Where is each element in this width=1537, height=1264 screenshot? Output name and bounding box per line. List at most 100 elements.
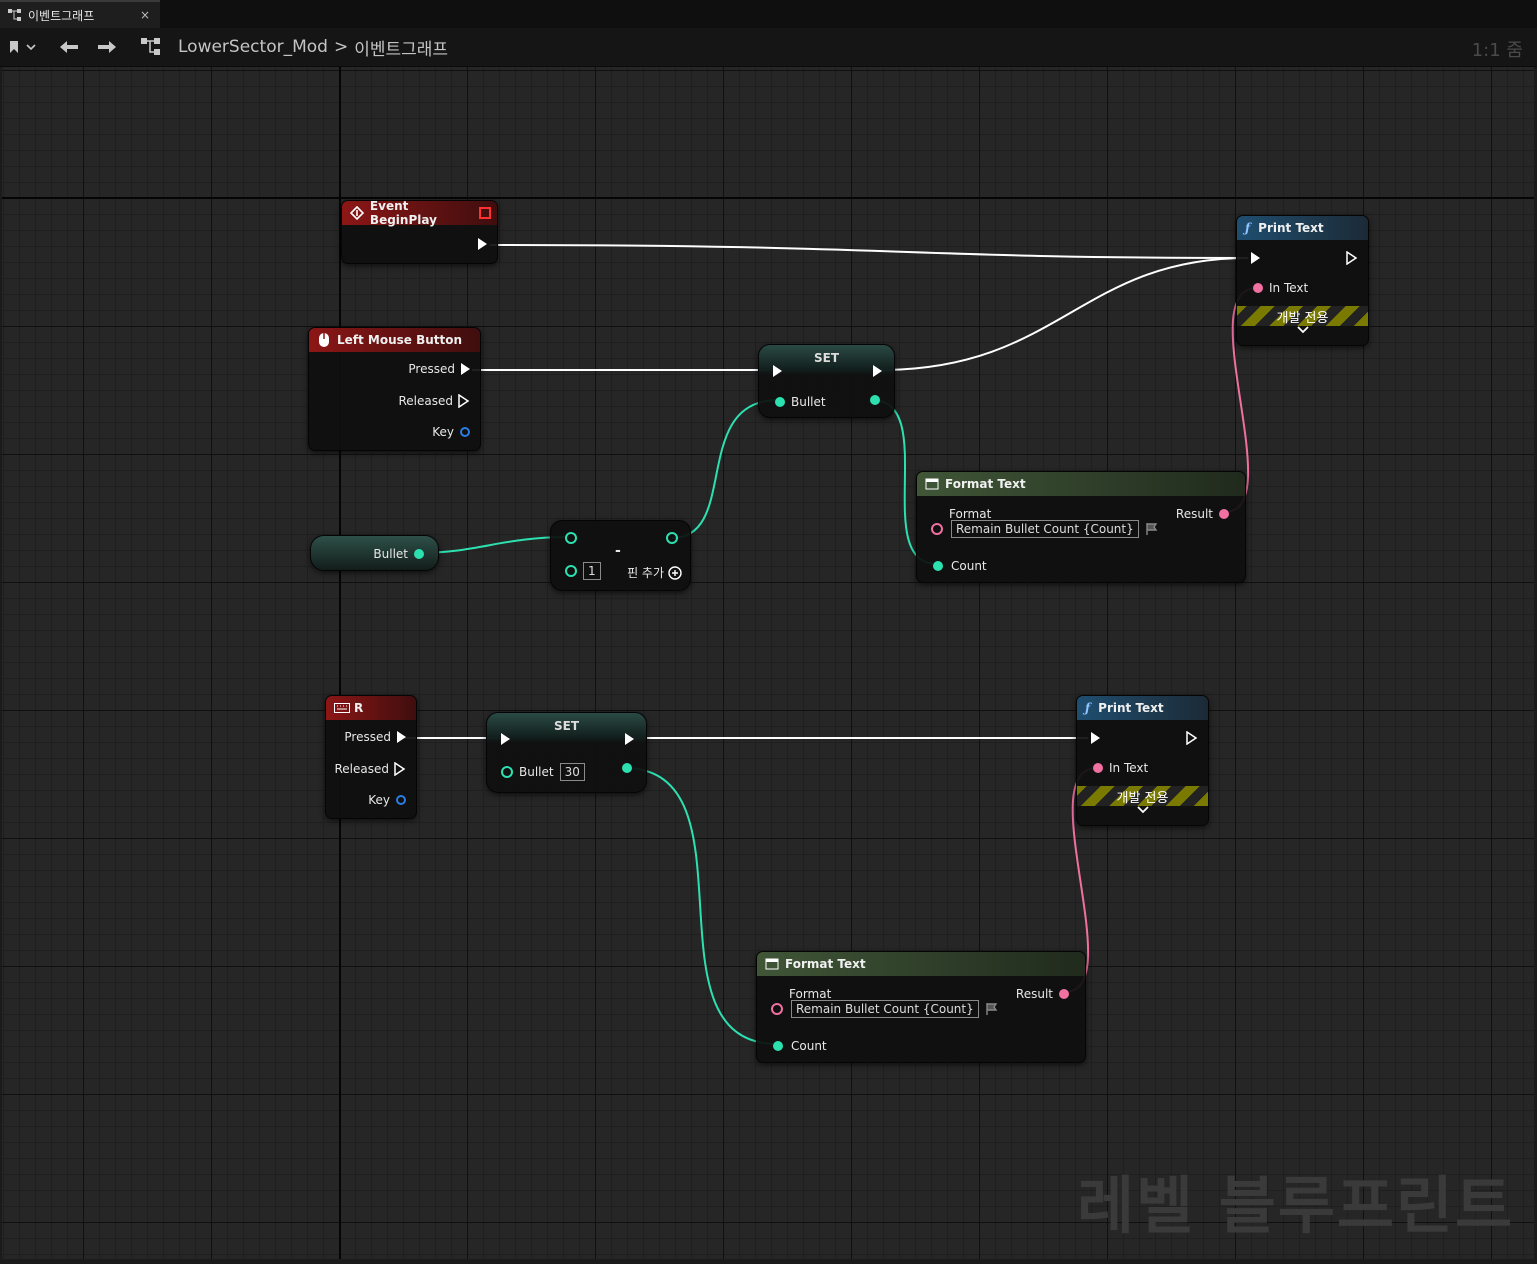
key-pin[interactable] <box>396 795 406 805</box>
back-button[interactable] <box>58 28 80 66</box>
dev-only-label: 개발 전용 <box>1276 310 1329 326</box>
format-value-input[interactable]: Remain Bullet Count {Count} <box>791 1000 979 1018</box>
format-text-icon <box>925 478 939 490</box>
count-in-pin[interactable] <box>773 1041 783 1051</box>
flag-icon[interactable] <box>985 1002 999 1016</box>
node-format-text-2[interactable]: Format Text Format Remain Bullet Count {… <box>756 951 1086 1063</box>
bookmark-dropdown-button[interactable] <box>8 28 36 66</box>
int-wire-set-format-bottom <box>623 767 778 1045</box>
flag-icon[interactable] <box>1145 522 1159 536</box>
keyboard-icon <box>334 703 350 713</box>
node-set-bullet[interactable]: SET Bullet <box>758 344 895 418</box>
exec-in-pin[interactable] <box>773 365 782 377</box>
node-event-beginplay[interactable]: Event BeginPlay <box>341 199 498 264</box>
node-format-text[interactable]: Format Text Format Remain Bullet Count {… <box>916 471 1246 583</box>
pin-label-result: Result <box>1015 987 1053 1001</box>
pin-label-in-text: In Text <box>1269 281 1309 295</box>
node-header: Left Mouse Button <box>309 328 480 352</box>
result-out-pin[interactable] <box>1059 989 1069 999</box>
exec-in-pin[interactable] <box>1251 252 1260 264</box>
node-title: Print Text <box>1258 221 1324 235</box>
exec-pin-released[interactable] <box>394 762 406 776</box>
development-only-banner: 개발 전용 <box>1077 786 1208 806</box>
delegate-pin[interactable] <box>479 207 491 219</box>
a-in-pin[interactable] <box>565 532 577 544</box>
node-header: ƒ Print Text <box>1237 216 1368 240</box>
pin-label-key: Key <box>432 425 454 439</box>
chevron-down-icon[interactable] <box>1297 326 1309 334</box>
in-text-pin[interactable] <box>1093 763 1103 773</box>
bullet-out-pin[interactable] <box>870 395 880 405</box>
add-pin-label: 핀 추가 <box>627 566 664 580</box>
exec-out-pin[interactable] <box>1186 731 1198 745</box>
node-r-key[interactable]: R Pressed Released Key <box>325 695 417 819</box>
bullet-value-input[interactable]: 30 <box>559 763 585 781</box>
bullet-out-pin[interactable] <box>622 763 632 773</box>
development-only-banner: 개발 전용 <box>1237 306 1368 326</box>
bookmark-icon <box>10 41 36 53</box>
node-print-text-2[interactable]: ƒ Print Text In Text 개발 전용 <box>1076 695 1209 826</box>
tab-bar: 이벤트그래프 × <box>0 0 1537 28</box>
forward-button[interactable] <box>96 28 118 66</box>
bullet-in-pin[interactable] <box>501 766 513 778</box>
format-in-pin[interactable] <box>771 1003 783 1015</box>
exec-in-pin[interactable] <box>501 733 510 745</box>
pin-label-count: Count <box>791 1039 827 1053</box>
function-icon: ƒ <box>1245 221 1251 235</box>
node-title: R <box>354 701 364 715</box>
close-icon[interactable]: × <box>140 8 150 22</box>
node-header: Format Text <box>757 952 1085 976</box>
node-get-bullet[interactable]: Bullet <box>310 535 439 571</box>
format-in-pin[interactable] <box>931 523 943 535</box>
node-print-text[interactable]: ƒ Print Text In Text 개발 전용 <box>1236 215 1369 346</box>
exec-out-pin[interactable] <box>873 365 882 377</box>
exec-out-pin[interactable] <box>625 733 634 745</box>
format-value-input[interactable]: Remain Bullet Count {Count} <box>951 520 1139 538</box>
exec-in-pin[interactable] <box>1091 732 1100 744</box>
pin-label-released: Released <box>398 394 453 408</box>
exec-pin-released[interactable] <box>458 394 470 408</box>
node-header: ƒ Print Text <box>1077 696 1208 720</box>
pin-label-pressed: Pressed <box>344 730 391 744</box>
result-out-pin[interactable] <box>1219 509 1229 519</box>
graph-icon <box>140 28 164 66</box>
b-value-input[interactable]: 1 <box>583 562 601 580</box>
node-subtract[interactable]: - 1 핀 추가 <box>550 520 691 591</box>
tab-event-graph[interactable]: 이벤트그래프 × <box>0 0 160 28</box>
breadcrumb-current[interactable]: 이벤트그래프 <box>354 35 448 60</box>
pin-label-bullet: Bullet <box>791 395 826 409</box>
node-header: Event BeginPlay <box>342 199 497 227</box>
node-title: Format Text <box>785 957 866 971</box>
pin-label-format: Format <box>789 987 832 1001</box>
plus-circle-icon <box>668 565 682 580</box>
result-out-pin[interactable] <box>666 532 678 544</box>
format-text-icon <box>765 958 779 970</box>
b-in-pin[interactable] <box>565 565 577 577</box>
add-pin-button[interactable]: 핀 추가 <box>627 564 682 581</box>
exec-pin-pressed[interactable] <box>461 363 470 375</box>
in-text-pin[interactable] <box>1253 283 1263 293</box>
mouse-icon <box>319 333 329 347</box>
graph-canvas[interactable]: Event BeginPlay Left Mouse Button Presse… <box>2 67 1534 1259</box>
node-left-mouse-button[interactable]: Left Mouse Button Pressed Released Key <box>308 327 481 451</box>
node-title: Event BeginPlay <box>369 199 437 227</box>
dev-only-label: 개발 전용 <box>1116 790 1169 806</box>
exec-out-pin[interactable] <box>1346 251 1358 265</box>
node-header: Format Text <box>917 472 1245 496</box>
pin-label-in-text: In Text <box>1109 761 1149 775</box>
chevron-down-icon[interactable] <box>1137 806 1149 814</box>
node-set-bullet-30[interactable]: SET Bullet 30 <box>486 712 647 793</box>
bullet-out-pin[interactable] <box>414 549 424 559</box>
pin-label-pressed: Pressed <box>408 362 455 376</box>
exec-out-pin[interactable] <box>478 238 487 250</box>
var-label-bullet: Bullet <box>373 547 408 561</box>
breadcrumb-root[interactable]: LowerSector_Mod <box>178 37 328 57</box>
pin-label-released: Released <box>334 762 389 776</box>
node-title: Print Text <box>1098 701 1164 715</box>
pin-label-result: Result <box>1175 507 1213 521</box>
count-in-pin[interactable] <box>933 561 943 571</box>
exec-pin-pressed[interactable] <box>397 731 406 743</box>
bullet-in-pin[interactable] <box>775 397 785 407</box>
key-pin[interactable] <box>460 427 470 437</box>
breadcrumb: LowerSector_Mod > 이벤트그래프 <box>178 28 448 66</box>
